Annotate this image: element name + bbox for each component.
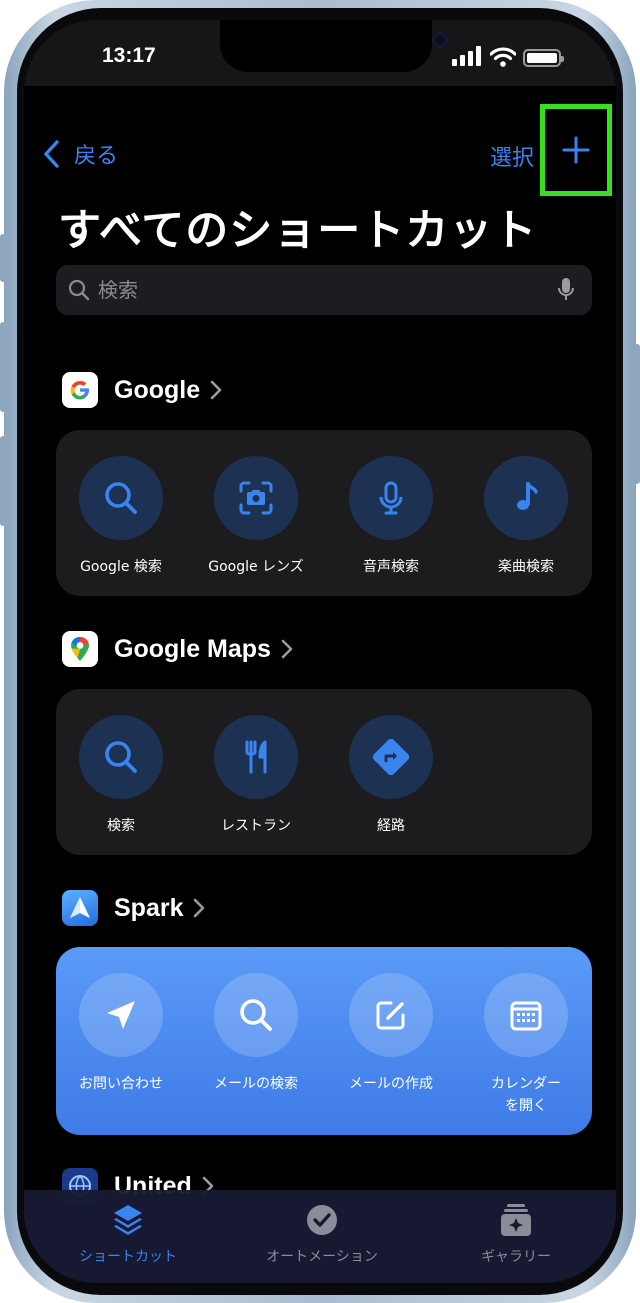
- tab-label: オートメーション: [266, 1249, 378, 1265]
- action-label: お問い合わせ: [79, 1076, 163, 1092]
- fork-knife-icon: [245, 740, 267, 774]
- chevron-right-icon: [281, 639, 293, 659]
- music-note-icon: [517, 482, 538, 510]
- action-directions[interactable]: 経路: [326, 715, 456, 837]
- back-label: 戻る: [74, 144, 119, 169]
- tab-label: ギャラリー: [481, 1249, 551, 1265]
- action-label: メールの検索: [214, 1076, 298, 1092]
- status-bar: 13:17: [24, 20, 616, 86]
- search-icon: [105, 741, 137, 773]
- action-label: Google レンズ: [208, 559, 304, 575]
- cellular-signal-icon: [452, 46, 481, 66]
- battery-icon: [523, 49, 564, 67]
- lens-camera-icon: [239, 481, 273, 515]
- google-maps-app-icon: [62, 631, 98, 667]
- google-maps-actions-card: 検索 レストラン 経路: [56, 689, 592, 855]
- action-open-calendar[interactable]: カレンダー を開く: [461, 973, 591, 1117]
- compose-icon: [376, 1001, 405, 1030]
- action-contact[interactable]: お問い合わせ: [56, 973, 186, 1095]
- section-title-spark: Spark: [114, 893, 184, 922]
- calendar-icon: [510, 1001, 542, 1031]
- layers-icon: [114, 1205, 142, 1235]
- front-camera: [432, 32, 448, 48]
- search-icon: [240, 999, 272, 1031]
- action-label: 音声検索: [363, 559, 419, 575]
- search-icon: [68, 279, 90, 301]
- action-google-search[interactable]: Google 検索: [56, 456, 186, 578]
- action-voice-search[interactable]: 音声検索: [326, 456, 456, 578]
- page-title: すべてのショートカット: [58, 206, 538, 256]
- back-button[interactable]: 戻る: [44, 138, 118, 170]
- add-shortcut-button[interactable]: [540, 104, 612, 196]
- action-label: レストラン: [221, 818, 291, 834]
- action-label: カレンダー を開く: [491, 1076, 561, 1114]
- select-button[interactable]: 選択: [490, 140, 534, 172]
- action-compose-mail[interactable]: メールの作成: [326, 973, 456, 1095]
- chevron-left-icon: [44, 140, 59, 168]
- action-label: Google 検索: [80, 559, 162, 575]
- tab-bar: ショートカット オートメーション ギャラリー: [24, 1190, 616, 1283]
- action-label: 検索: [107, 818, 135, 834]
- spark-app-icon: [62, 890, 98, 926]
- tab-shortcuts[interactable]: ショートカット: [38, 1200, 218, 1266]
- tab-label: ショートカット: [79, 1249, 177, 1265]
- search-input[interactable]: [98, 265, 538, 315]
- microphone-icon[interactable]: [556, 277, 576, 303]
- clock-check-icon: [307, 1205, 337, 1235]
- search-icon: [105, 482, 137, 514]
- action-label: 楽曲検索: [498, 559, 554, 575]
- directions-icon: [372, 738, 410, 776]
- action-maps-search[interactable]: 検索: [56, 715, 186, 837]
- section-header-google-maps[interactable]: Google Maps: [62, 631, 293, 667]
- gallery-sparkle-icon: [501, 1204, 531, 1236]
- section-header-spark[interactable]: Spark: [62, 890, 205, 926]
- search-bar[interactable]: [56, 265, 592, 315]
- action-label: メールの作成: [349, 1076, 433, 1092]
- action-music-search[interactable]: 楽曲検索: [461, 456, 591, 578]
- wifi-icon: [490, 47, 516, 67]
- section-title-google: Google: [114, 375, 201, 404]
- microphone-icon: [379, 481, 403, 515]
- tab-gallery[interactable]: ギャラリー: [426, 1200, 606, 1266]
- action-label: 経路: [377, 818, 405, 834]
- chevron-right-icon: [210, 380, 222, 400]
- screen: 13:17 戻る 選択 すべてのショートカット 検索 Google Google…: [24, 20, 616, 1283]
- send-icon: [107, 1001, 135, 1029]
- notch: [220, 20, 448, 72]
- volume-up-button: [0, 322, 6, 412]
- google-app-icon: [62, 372, 98, 408]
- action-button: [0, 234, 6, 282]
- chevron-right-icon: [194, 898, 205, 918]
- section-title-google-maps: Google Maps: [114, 634, 271, 663]
- action-google-lens[interactable]: Google レンズ: [191, 456, 321, 578]
- spark-actions-card: お問い合わせ メールの検索 メールの作成 カレンダー を開く: [56, 947, 592, 1135]
- action-mail-search[interactable]: メールの検索: [191, 973, 321, 1095]
- plus-icon: [562, 136, 590, 164]
- action-restaurants[interactable]: レストラン: [191, 715, 321, 837]
- status-time: 13:17: [102, 44, 156, 67]
- google-actions-card: Google 検索 Google レンズ 音声検索 楽曲検索: [56, 430, 592, 596]
- tab-automation[interactable]: オートメーション: [232, 1200, 412, 1266]
- power-button: [634, 344, 640, 484]
- section-header-google[interactable]: Google: [62, 372, 222, 408]
- volume-down-button: [0, 436, 6, 526]
